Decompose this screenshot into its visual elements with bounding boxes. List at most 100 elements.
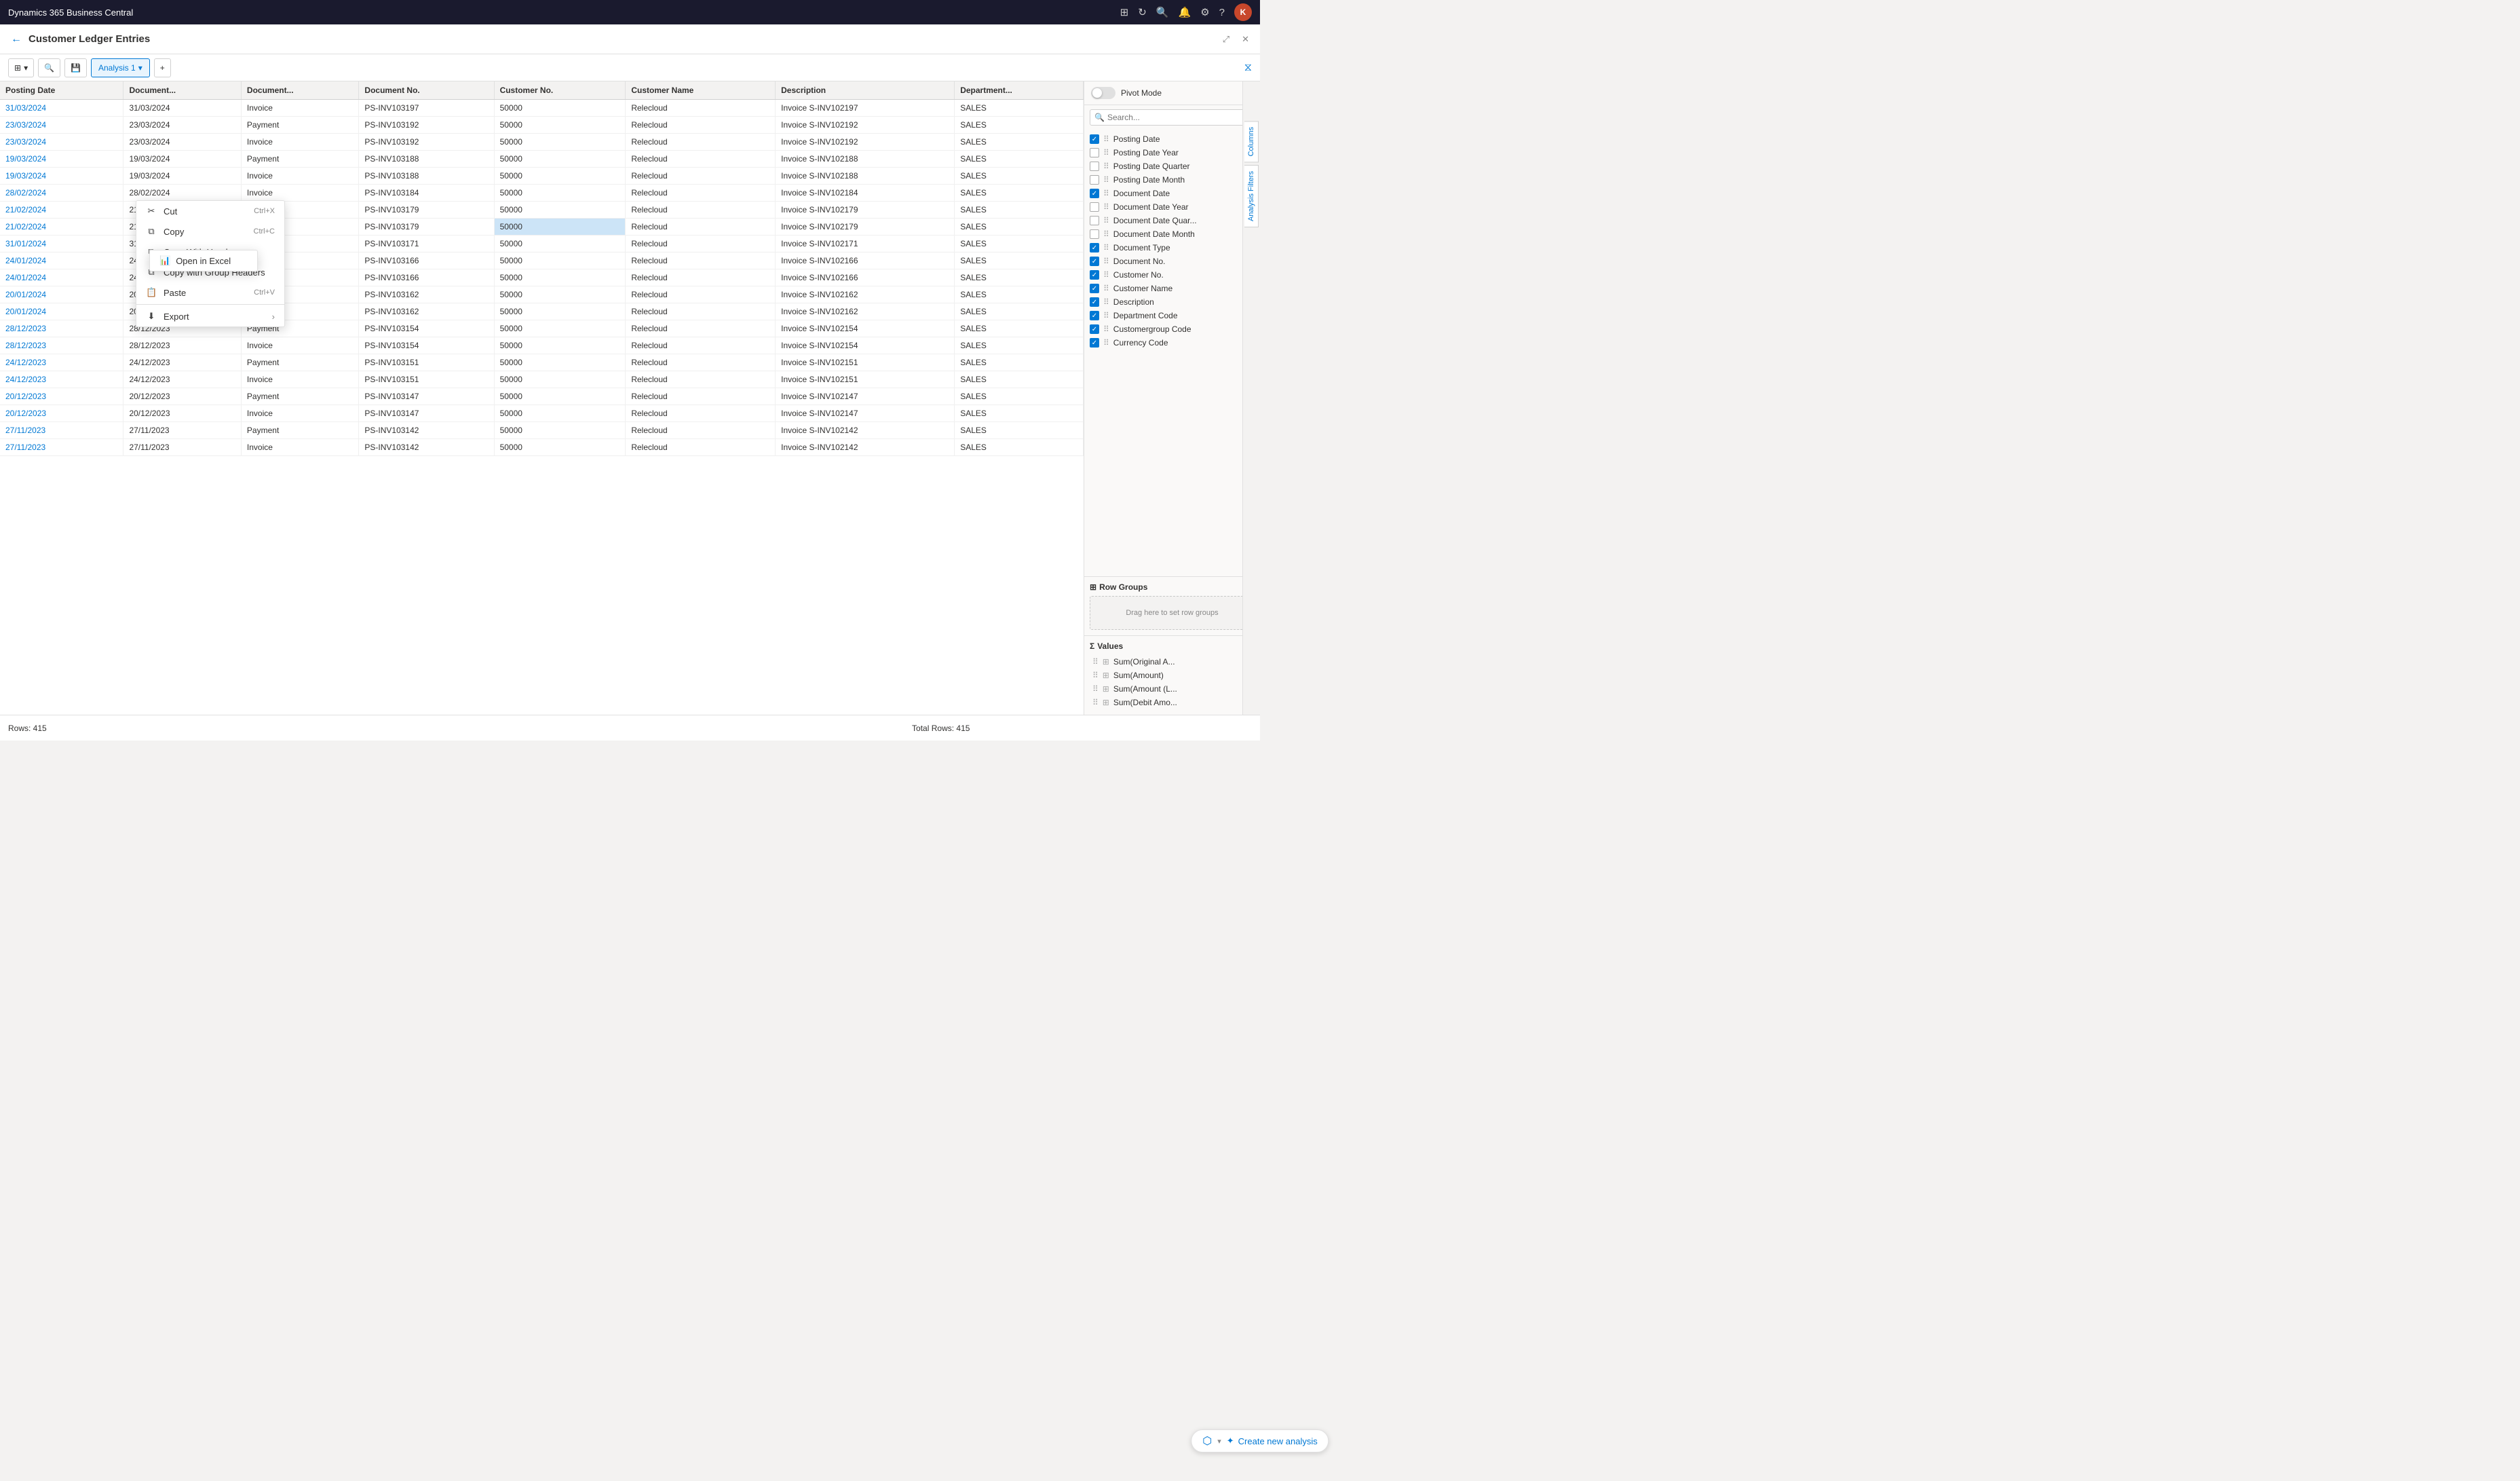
cell-posting-date[interactable]: 24/01/2024 — [0, 269, 123, 286]
column-item[interactable]: ✓ ⠿ Posting Date — [1084, 132, 1260, 146]
view-button[interactable]: ⊞ ▾ — [8, 58, 34, 77]
col-cust-no[interactable]: Customer No. — [494, 81, 626, 100]
cell-posting-date[interactable]: 20/12/2023 — [0, 388, 123, 405]
cell-posting-date[interactable]: 23/03/2024 — [0, 134, 123, 151]
search-input[interactable] — [1107, 113, 1250, 122]
table-row[interactable]: 23/03/2024 23/03/2024 Payment PS-INV1031… — [0, 117, 1084, 134]
col-checkbox[interactable]: ✓ — [1090, 257, 1099, 266]
refresh-icon[interactable]: ↻ — [1138, 6, 1147, 18]
table-row[interactable]: 28/12/2023 28/12/2023 Invoice PS-INV1031… — [0, 337, 1084, 354]
col-checkbox[interactable]: ✓ — [1090, 324, 1099, 334]
pin-icon[interactable]: ✕ — [1242, 34, 1249, 45]
table-row[interactable]: 24/12/2023 24/12/2023 Invoice PS-INV1031… — [0, 371, 1084, 388]
cell-posting-date[interactable]: 31/01/2024 — [0, 236, 123, 252]
column-item[interactable]: ✓ ⠿ Customer Name — [1084, 282, 1260, 295]
cell-posting-date[interactable]: 27/11/2023 — [0, 422, 123, 439]
cell-posting-date[interactable]: 19/03/2024 — [0, 168, 123, 185]
column-item[interactable]: ✓ ⠿ Description — [1084, 295, 1260, 309]
grid-icon[interactable]: ⊞ — [1120, 6, 1129, 18]
column-item[interactable]: ⠿ Posting Date Month — [1084, 173, 1260, 187]
create-analysis-button[interactable]: ✦ Create new analysis — [1227, 1436, 1318, 1446]
column-item[interactable]: ✓ ⠿ Department Code — [1084, 309, 1260, 322]
analysis-tab[interactable]: Analysis 1 ▾ — [91, 58, 150, 77]
table-row[interactable]: 23/03/2024 23/03/2024 Invoice PS-INV1031… — [0, 134, 1084, 151]
back-button[interactable]: ← — [11, 33, 22, 45]
cell-posting-date[interactable]: 28/12/2023 — [0, 320, 123, 337]
column-item[interactable]: ⠿ Posting Date Quarter — [1084, 160, 1260, 173]
table-row[interactable]: 27/11/2023 27/11/2023 Payment PS-INV1031… — [0, 422, 1084, 439]
col-posting-date[interactable]: Posting Date — [0, 81, 123, 100]
table-row[interactable]: 20/12/2023 20/12/2023 Payment PS-INV1031… — [0, 388, 1084, 405]
column-item[interactable]: ✓ ⠿ Currency Code — [1084, 336, 1260, 350]
ctx-paste[interactable]: 📋 Paste Ctrl+V — [136, 282, 284, 303]
tab-analysis-filters[interactable]: Analysis Filters — [1244, 165, 1259, 227]
cell-posting-date[interactable]: 31/03/2024 — [0, 100, 123, 117]
cell-posting-date[interactable]: 19/03/2024 — [0, 151, 123, 168]
table-row[interactable]: 28/02/2024 28/02/2024 Invoice PS-INV1031… — [0, 185, 1084, 202]
row-groups-dropzone[interactable]: Drag here to set row groups — [1090, 596, 1255, 630]
table-row[interactable]: 20/12/2023 20/12/2023 Invoice PS-INV1031… — [0, 405, 1084, 422]
col-checkbox[interactable]: ✓ — [1090, 189, 1099, 198]
column-item[interactable]: ⠿ Document Date Month — [1084, 227, 1260, 241]
col-checkbox[interactable] — [1090, 216, 1099, 225]
col-doc-date[interactable]: Document... — [123, 81, 241, 100]
col-checkbox[interactable] — [1090, 162, 1099, 171]
col-checkbox[interactable]: ✓ — [1090, 338, 1099, 348]
col-doc-type[interactable]: Document... — [241, 81, 358, 100]
cell-posting-date[interactable]: 24/01/2024 — [0, 252, 123, 269]
ctx-export[interactable]: ⬇ Export › — [136, 306, 284, 326]
table-row[interactable]: 19/03/2024 19/03/2024 Payment PS-INV1031… — [0, 151, 1084, 168]
ctx-cut[interactable]: ✂ Cut Ctrl+X — [136, 201, 284, 221]
search-box[interactable]: 🔍 — [1090, 109, 1255, 126]
table-area[interactable]: Posting Date Document... Document... Doc… — [0, 81, 1084, 715]
table-row[interactable]: 31/03/2024 31/03/2024 Invoice PS-INV1031… — [0, 100, 1084, 117]
col-checkbox[interactable] — [1090, 175, 1099, 185]
column-item[interactable]: ✓ ⠿ Document Type — [1084, 241, 1260, 255]
ctx-copy[interactable]: ⧉ Copy Ctrl+C — [136, 221, 284, 242]
cell-posting-date[interactable]: 23/03/2024 — [0, 117, 123, 134]
pivot-toggle[interactable] — [1091, 87, 1115, 99]
cell-posting-date[interactable]: 27/11/2023 — [0, 439, 123, 456]
col-cust-name[interactable]: Customer Name — [626, 81, 776, 100]
col-checkbox[interactable]: ✓ — [1090, 134, 1099, 144]
col-checkbox[interactable]: ✓ — [1090, 297, 1099, 307]
table-row[interactable]: 27/11/2023 27/11/2023 Invoice PS-INV1031… — [0, 439, 1084, 456]
avatar[interactable]: K — [1234, 3, 1252, 21]
table-row[interactable]: 19/03/2024 19/03/2024 Invoice PS-INV1031… — [0, 168, 1084, 185]
col-checkbox[interactable] — [1090, 148, 1099, 157]
col-checkbox[interactable]: ✓ — [1090, 270, 1099, 280]
column-item[interactable]: ⠿ Document Date Year — [1084, 200, 1260, 214]
column-item[interactable]: ✓ ⠿ Document No. — [1084, 255, 1260, 268]
save-button[interactable]: 💾 — [64, 58, 87, 77]
cell-posting-date[interactable]: 21/02/2024 — [0, 219, 123, 236]
tab-columns[interactable]: Columns — [1244, 121, 1259, 162]
cell-posting-date[interactable]: 28/12/2023 — [0, 337, 123, 354]
col-checkbox[interactable] — [1090, 229, 1099, 239]
cell-posting-date[interactable]: 20/12/2023 — [0, 405, 123, 422]
settings-icon[interactable]: ⚙ — [1200, 6, 1209, 18]
add-analysis-button[interactable]: + — [154, 58, 171, 77]
cell-posting-date[interactable]: 28/02/2024 — [0, 185, 123, 202]
col-doc-no[interactable]: Document No. — [359, 81, 494, 100]
col-description[interactable]: Description — [776, 81, 955, 100]
column-item[interactable]: ✓ ⠿ Customer No. — [1084, 268, 1260, 282]
dynamics-dropdown-icon[interactable]: ▾ — [1217, 1437, 1221, 1446]
search-button[interactable]: 🔍 — [38, 58, 60, 77]
expand-icon[interactable]: ⤢ — [1223, 34, 1229, 45]
filter-button[interactable]: ⧖ — [1244, 62, 1252, 74]
cell-posting-date[interactable]: 21/02/2024 — [0, 202, 123, 219]
col-checkbox[interactable]: ✓ — [1090, 284, 1099, 293]
column-item[interactable]: ⠿ Posting Date Year — [1084, 146, 1260, 160]
col-checkbox[interactable]: ✓ — [1090, 311, 1099, 320]
help-icon[interactable]: ? — [1219, 7, 1225, 18]
table-row[interactable]: 24/12/2023 24/12/2023 Payment PS-INV1031… — [0, 354, 1084, 371]
col-department[interactable]: Department... — [955, 81, 1084, 100]
cell-posting-date[interactable]: 20/01/2024 — [0, 286, 123, 303]
bell-icon[interactable]: 🔔 — [1179, 6, 1191, 18]
cell-posting-date[interactable]: 24/12/2023 — [0, 371, 123, 388]
search-topbar-icon[interactable]: 🔍 — [1156, 6, 1169, 18]
column-item[interactable]: ✓ ⠿ Customergroup Code — [1084, 322, 1260, 336]
column-item[interactable]: ⠿ Document Date Quar... — [1084, 214, 1260, 227]
col-checkbox[interactable]: ✓ — [1090, 243, 1099, 252]
cell-posting-date[interactable]: 24/12/2023 — [0, 354, 123, 371]
